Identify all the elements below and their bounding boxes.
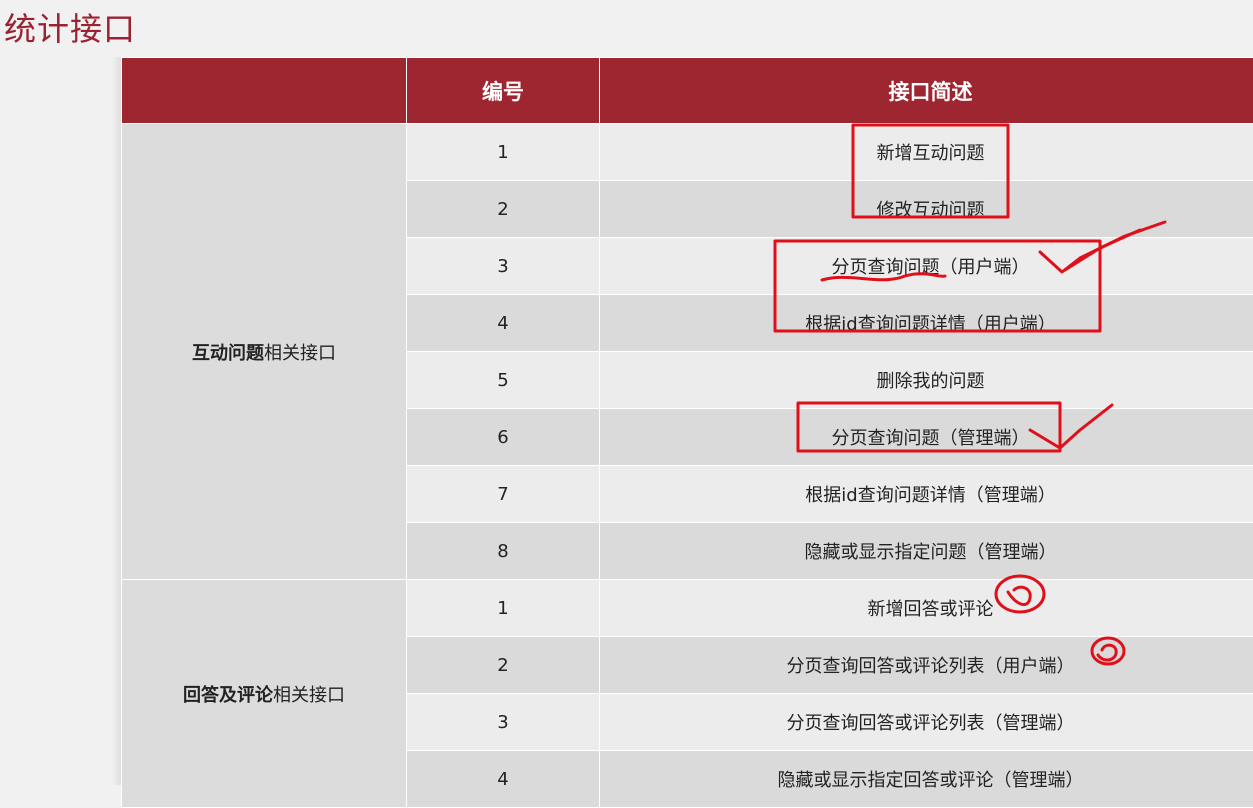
page-title: 统计接口 <box>4 4 136 50</box>
row-description: 分页查询问题（管理端） <box>600 409 1253 466</box>
row-number: 4 <box>407 751 600 808</box>
row-description: 分页查询问题（用户端） <box>600 238 1253 295</box>
row-description: 根据id查询问题详情（用户端） <box>600 295 1253 352</box>
row-number: 3 <box>407 694 600 751</box>
header-category <box>122 58 407 124</box>
row-number: 3 <box>407 238 600 295</box>
table-row: 互动问题相关接口 1 新增互动问题 <box>122 124 1253 181</box>
row-description: 隐藏或显示指定问题（管理端） <box>600 523 1253 580</box>
row-description: 新增回答或评论 <box>600 580 1253 637</box>
row-number: 5 <box>407 352 600 409</box>
header-number: 编号 <box>407 58 600 124</box>
table-row: 回答及评论相关接口 1 新增回答或评论 <box>122 580 1253 637</box>
table-shadow <box>112 57 121 785</box>
row-number: 1 <box>407 124 600 181</box>
row-description: 根据id查询问题详情（管理端） <box>600 466 1253 523</box>
row-number: 1 <box>407 580 600 637</box>
table-header-row: 编号 接口简述 <box>122 58 1253 124</box>
row-description: 删除我的问题 <box>600 352 1253 409</box>
group-label-answers: 回答及评论相关接口 <box>122 580 407 808</box>
group-label-questions: 互动问题相关接口 <box>122 124 407 580</box>
row-description: 修改互动问题 <box>600 181 1253 238</box>
row-number: 6 <box>407 409 600 466</box>
api-table: 编号 接口简述 互动问题相关接口 1 新增互动问题 2 修改互动问题 3 分页查… <box>121 57 1253 808</box>
row-number: 7 <box>407 466 600 523</box>
row-number: 4 <box>407 295 600 352</box>
row-description: 分页查询回答或评论列表（用户端） <box>600 637 1253 694</box>
row-number: 2 <box>407 181 600 238</box>
row-description: 新增互动问题 <box>600 124 1253 181</box>
row-description: 隐藏或显示指定回答或评论（管理端） <box>600 751 1253 808</box>
header-description: 接口简述 <box>600 58 1253 124</box>
row-number: 8 <box>407 523 600 580</box>
row-number: 2 <box>407 637 600 694</box>
row-description: 分页查询回答或评论列表（管理端） <box>600 694 1253 751</box>
